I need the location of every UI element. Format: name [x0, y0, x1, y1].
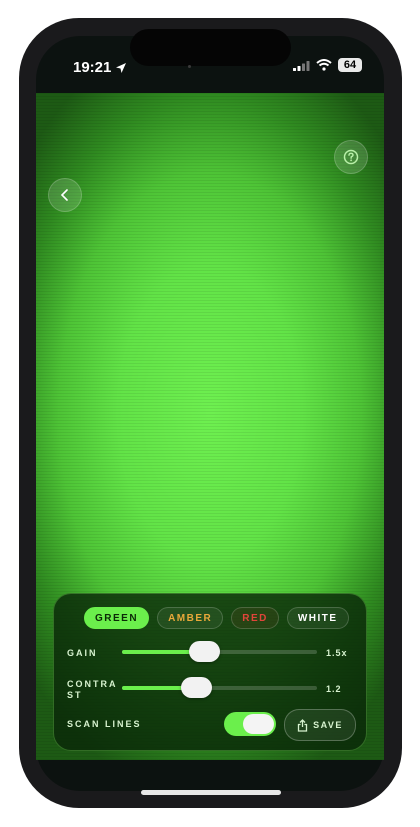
share-icon: [297, 718, 308, 732]
contrast-slider[interactable]: [122, 677, 317, 698]
save-button-label: SAVE: [313, 720, 343, 730]
color-mode-white[interactable]: WHITE: [286, 607, 349, 629]
contrast-label: CONTRA ST: [67, 679, 118, 700]
battery-icon: 64: [338, 58, 362, 72]
gain-slider-thumb[interactable]: [188, 641, 220, 662]
chevron-left-icon: [60, 189, 68, 201]
scan-lines-toggle[interactable]: [224, 712, 276, 736]
wifi-icon: [316, 59, 332, 71]
scan-lines-label: SCAN LINES: [67, 719, 142, 729]
back-button[interactable]: [48, 178, 82, 212]
gain-slider[interactable]: [122, 641, 317, 662]
home-indicator[interactable]: [141, 790, 281, 795]
location-arrow-icon: [116, 62, 127, 73]
status-indicators: 64: [293, 58, 362, 72]
color-mode-red[interactable]: RED: [231, 607, 279, 629]
contrast-slider-thumb[interactable]: [181, 677, 213, 698]
color-mode-amber[interactable]: AMBER: [157, 607, 224, 629]
question-circle-icon: [343, 149, 359, 165]
dynamic-island: [130, 29, 291, 66]
contrast-value: 1.2: [326, 684, 342, 694]
help-button[interactable]: [334, 140, 368, 174]
status-time-text: 19:21: [73, 59, 112, 76]
cellular-signal-icon: [293, 60, 310, 71]
gain-label: GAIN: [67, 648, 98, 658]
scan-lines-toggle-knob: [243, 714, 274, 734]
camera-dot: [188, 65, 191, 68]
color-mode-green[interactable]: GREEN: [84, 607, 150, 629]
controls-panel: GREEN AMBER RED WHITE GAIN 1.5x CONTRA S…: [53, 593, 367, 751]
save-button[interactable]: SAVE: [284, 709, 356, 741]
status-time: 19:21: [73, 59, 127, 76]
gain-value: 1.5x: [326, 648, 348, 658]
color-mode-selector: GREEN AMBER RED WHITE: [84, 607, 349, 629]
